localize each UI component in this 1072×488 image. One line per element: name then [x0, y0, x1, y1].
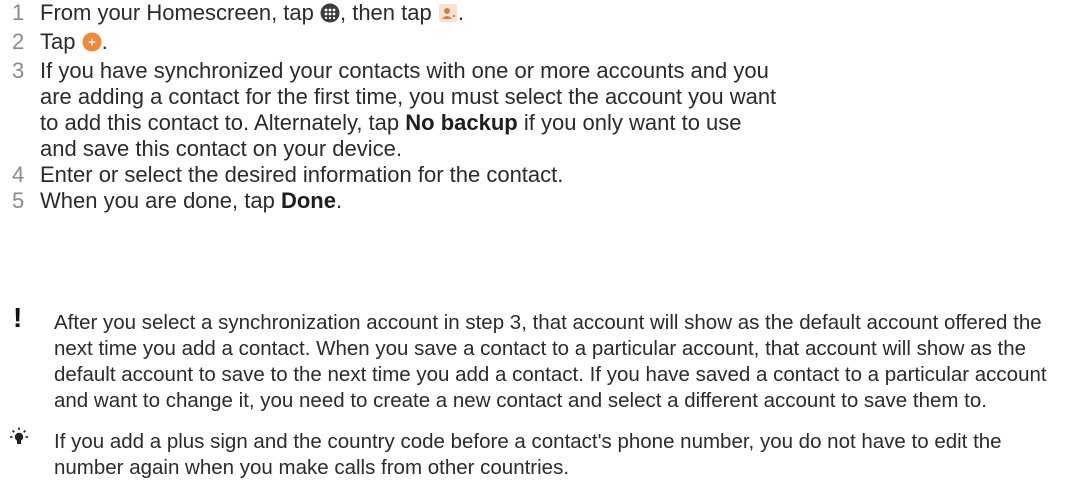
step-text: Enter or select the desired information …	[40, 162, 564, 187]
step-text-part: , then tap	[339, 0, 438, 25]
exclamation-icon: !	[13, 302, 23, 333]
lightbulb-icon	[10, 427, 54, 481]
step-text: When you are done, tap Done.	[40, 188, 780, 214]
apps-icon	[320, 3, 340, 29]
step-4: 4 Enter or select the desired informatio…	[12, 162, 1052, 188]
done-label: Done	[280, 188, 336, 213]
step-number: 4	[12, 162, 25, 187]
step-1: 1 From your Homescreen, tap , then tap .	[12, 0, 1052, 29]
no-backup-label: No backup	[405, 110, 518, 135]
step-2: 2 Tap .	[12, 29, 1052, 58]
step-text-part: .	[335, 188, 343, 213]
add-contact-icon	[82, 32, 102, 58]
step-number: 3	[12, 58, 25, 83]
warning-text: After you select a synchronization accou…	[54, 311, 1047, 412]
step-number: 2	[12, 29, 25, 54]
step-number: 5	[12, 188, 25, 213]
step-3: 3 If you have synchronized your contacts…	[12, 58, 1052, 162]
contacts-icon	[438, 3, 458, 29]
step-text-part: When you are done, tap	[40, 188, 281, 213]
step-text-part: Tap	[40, 29, 82, 54]
step-text-part: .	[101, 29, 108, 54]
step-text: From your Homescreen, tap , then tap .	[40, 0, 780, 29]
step-5: 5 When you are done, tap Done.	[12, 188, 1052, 214]
tip-text: If you add a plus sign and the country c…	[54, 430, 1002, 479]
step-text-part: .	[457, 0, 464, 25]
step-number: 1	[12, 0, 25, 25]
warning-note: ! After you select a synchronization acc…	[12, 302, 1062, 414]
step-text: Tap .	[40, 29, 780, 58]
step-text: If you have synchronized your contacts w…	[40, 58, 780, 162]
step-text-part: From your Homescreen, tap	[40, 0, 320, 25]
tip-note: If you add a plus sign and the country c…	[10, 427, 1062, 481]
instruction-steps: 1 From your Homescreen, tap , then tap .…	[12, 0, 1052, 214]
